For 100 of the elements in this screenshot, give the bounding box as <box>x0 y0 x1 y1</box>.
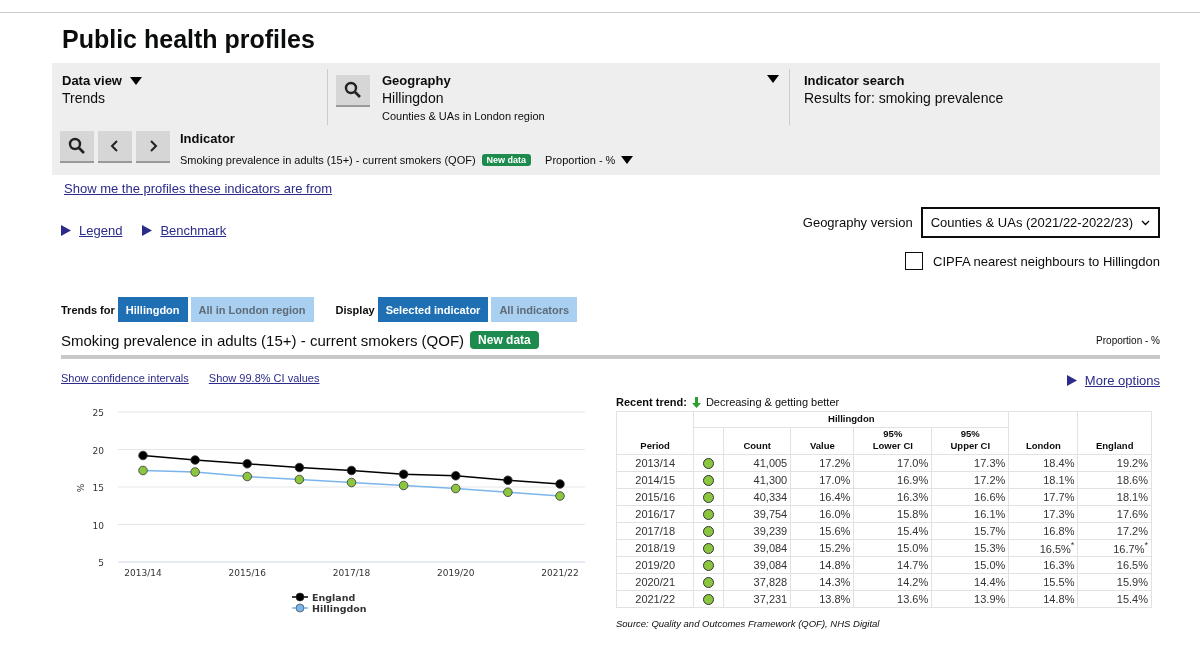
table-cell: 41,005 <box>723 454 791 472</box>
indicator-search-value: Results for: smoking prevalence <box>804 89 1004 107</box>
table-cell: 18.1% <box>1008 471 1078 489</box>
legend-item[interactable]: England <box>291 592 356 603</box>
geography-type: Counties & UAs in London region <box>382 109 545 124</box>
table-cell: 16.9% <box>853 471 932 489</box>
toggle-label: Display <box>335 303 375 316</box>
search-button[interactable] <box>60 131 94 163</box>
toggle-button[interactable]: Hillingdon <box>117 297 188 322</box>
search-button[interactable] <box>336 75 370 107</box>
option-link[interactable]: Show confidence intervals <box>61 371 189 384</box>
legend-item[interactable]: Hillingdon <box>291 603 367 614</box>
table-cell: 14.2% <box>853 573 932 591</box>
table-cell: 14.4% <box>931 573 1009 591</box>
y-tick-label: 20 <box>92 445 104 456</box>
table-cell: 18.1% <box>1077 488 1152 506</box>
table-cell: 17.2% <box>1077 522 1152 540</box>
page-title: Public health profiles <box>62 24 316 55</box>
data-point <box>190 455 200 465</box>
previous-button[interactable] <box>98 131 132 163</box>
search-icon <box>344 81 362 99</box>
table-cell: 16.3% <box>853 488 932 506</box>
table-cell: 39,239 <box>723 522 791 540</box>
x-tick-label: 2019/20 <box>437 568 475 578</box>
expand-arrow-icon[interactable] <box>61 225 71 236</box>
table-cell: 16.5%$^{*}$ <box>1008 539 1078 557</box>
table-cell: 15.8% <box>853 505 932 523</box>
checkbox-label: CIPFA nearest neighbours to Hillingdon <box>933 253 1160 269</box>
chevron-right-icon <box>148 140 158 152</box>
indicator-name: Smoking prevalence in adults (15+) - current smokers (QOF) <box>180 153 476 168</box>
table-cell: 17.3% <box>1008 505 1078 523</box>
more-options-link[interactable]: More options <box>1084 373 1160 388</box>
table-cell: 16.4% <box>790 488 854 506</box>
expander-link[interactable]: Legend <box>79 223 123 238</box>
toggle-button[interactable]: Selected indicator <box>377 297 489 322</box>
y-tick-label: 5 <box>98 558 104 568</box>
table-cell: 2017/18 <box>616 522 694 540</box>
table-cell: 2014/15 <box>616 471 694 489</box>
table-cell: 16.0% <box>790 505 854 523</box>
table-cell: 17.3% <box>931 454 1009 472</box>
table-cell: 15.5% <box>1008 573 1078 591</box>
profiles-link[interactable]: Show me the profiles these indicators are from <box>64 181 333 196</box>
search-icon <box>68 137 86 155</box>
table-cell: 15.0% <box>853 539 932 557</box>
table-cell: 2018/19 <box>616 539 694 557</box>
indicator-label: Indicator <box>180 131 236 147</box>
table-cell: 2015/16 <box>616 488 694 506</box>
table-cell: 17.0% <box>790 471 854 489</box>
table-cell: 13.9% <box>931 590 1009 608</box>
option-link[interactable]: Show 99.8% CI values <box>208 371 320 384</box>
x-tick-label: 2021/22 <box>541 568 579 578</box>
down-arrow-icon <box>691 396 701 408</box>
table-cell: 19.2% <box>1077 454 1152 472</box>
table-cell: 16.8% <box>1008 522 1078 540</box>
column-header: 95% Lower CI <box>853 427 932 455</box>
geography-version-select[interactable]: Counties & UAs (2021/22-2022/23) <box>920 207 1160 238</box>
dropdown-icon[interactable] <box>621 156 634 164</box>
table-cell: 17.2% <box>931 471 1009 489</box>
table-cell: 15.6% <box>790 522 854 540</box>
expander-link[interactable]: Benchmark <box>160 223 227 238</box>
data-point <box>242 459 252 469</box>
table-cell: 13.6% <box>853 590 932 608</box>
data-point <box>503 475 513 485</box>
dropdown-icon[interactable] <box>130 77 142 85</box>
source-note: Source: Quality and Outcomes Framework (QOF), NHS Digital <box>616 618 881 629</box>
data-point <box>555 479 565 489</box>
x-tick-label: 2015/16 <box>228 568 266 578</box>
table-cell: 15.0% <box>931 556 1009 574</box>
data-view-value: Trends <box>62 89 107 107</box>
table-cell: 15.7% <box>931 522 1009 540</box>
dropdown-icon[interactable] <box>767 75 779 83</box>
table-cell: 15.2% <box>790 539 854 557</box>
data-point <box>294 474 305 485</box>
column-header: England <box>1077 411 1152 455</box>
expand-arrow-icon[interactable] <box>1066 375 1077 386</box>
next-button[interactable] <box>136 131 170 163</box>
unit-label: Proportion - % <box>1096 334 1160 346</box>
table-cell: 16.3% <box>1008 556 1078 574</box>
legend-label: Hillingdon <box>312 603 367 614</box>
expand-arrow-icon[interactable] <box>142 225 153 236</box>
toggle-label: Trends for <box>61 303 115 316</box>
recent-trend-label: Recent trend: <box>616 396 687 408</box>
table-cell: 15.4% <box>853 522 932 540</box>
table-cell: 2021/22 <box>616 590 694 608</box>
x-tick-label: 2017/18 <box>332 568 371 578</box>
checkbox[interactable] <box>905 252 924 270</box>
geography-label: Geography <box>382 73 452 89</box>
data-point <box>190 467 200 477</box>
table-cell: 39,754 <box>723 505 791 523</box>
legend-label: England <box>312 592 356 603</box>
table-cell: 2016/17 <box>616 505 694 523</box>
column-header: Period <box>616 411 694 455</box>
x-tick-label: 2013/14 <box>124 568 162 578</box>
data-view-label: Data view <box>62 73 122 89</box>
table-cell: 18.6% <box>1077 471 1152 489</box>
new-data-badge: New data <box>481 154 532 166</box>
table-cell: 2013/14 <box>616 454 694 472</box>
table-cell: 15.9% <box>1077 573 1152 591</box>
geography-value: Hillingdon <box>382 89 445 107</box>
chevron-down-icon <box>1141 219 1150 226</box>
